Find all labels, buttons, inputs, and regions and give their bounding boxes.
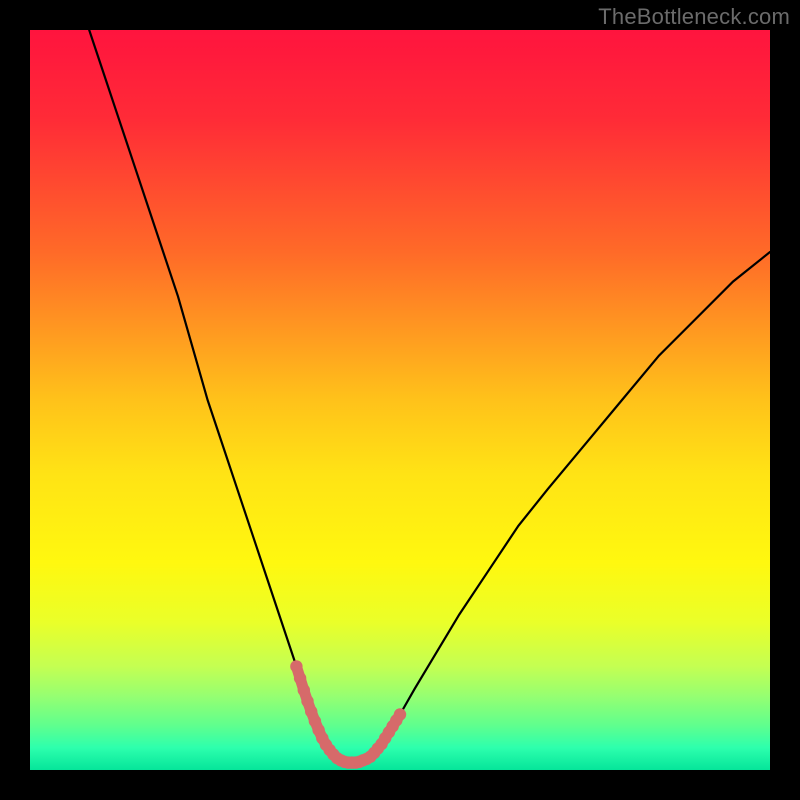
highlight-dot xyxy=(298,684,310,696)
bottleneck-plot xyxy=(30,30,770,770)
highlight-dot xyxy=(290,660,302,672)
highlight-dot xyxy=(394,708,406,720)
watermark-text: TheBottleneck.com xyxy=(598,4,790,30)
gradient-background xyxy=(30,30,770,770)
chart-frame: TheBottleneck.com xyxy=(0,0,800,800)
highlight-dot xyxy=(294,672,306,684)
